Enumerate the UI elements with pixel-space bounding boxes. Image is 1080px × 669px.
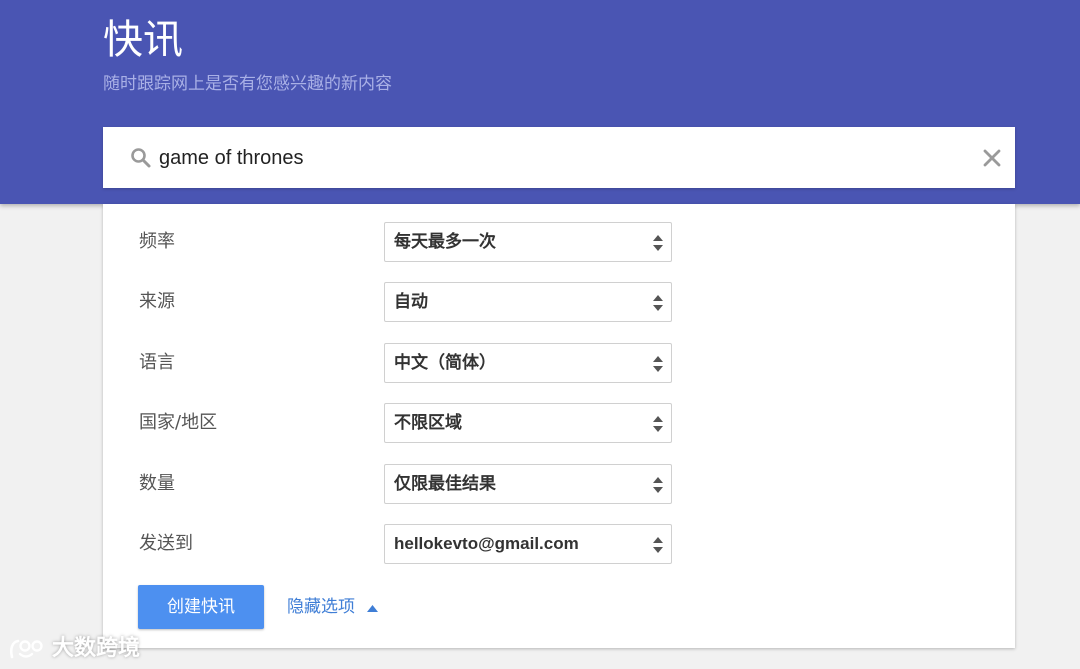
triangle-up-icon [367,585,378,629]
search-box [103,127,1015,188]
quantity-select[interactable]: 仅限最佳结果 [384,464,672,504]
quantity-label: 数量 [139,473,175,494]
select-arrows-icon [653,235,663,251]
search-icon [129,146,153,170]
region-select[interactable]: 不限区域 [384,403,672,443]
select-arrows-icon [653,356,663,372]
frequency-value: 每天最多一次 [394,232,496,251]
hide-options-label: 隐藏选项 [287,597,355,617]
select-arrows-icon [653,537,663,553]
watermark-logo [8,636,52,661]
language-value: 中文（简体） [394,353,496,372]
select-arrows-icon [653,477,663,493]
hide-options-link[interactable]: 隐藏选项 [287,585,378,629]
language-label: 语言 [139,352,175,373]
deliver-to-value: hellokevto@gmail.com [394,534,579,553]
source-label: 来源 [139,291,175,312]
source-select[interactable]: 自动 [384,282,672,322]
deliver-to-label: 发送到 [139,533,193,554]
create-alert-button[interactable]: 创建快讯 [138,585,264,629]
search-input[interactable] [159,141,949,175]
language-select[interactable]: 中文（简体） [384,343,672,383]
frequency-select[interactable]: 每天最多一次 [384,222,672,262]
select-arrows-icon [653,295,663,311]
options-panel: 频率 每天最多一次 来源 自动 语言 中文（简体） 国家/地区 不限区域 数量 … [103,204,1015,648]
watermark-text: 大数跨境 [52,636,141,661]
deliver-to-select[interactable]: hellokevto@gmail.com [384,524,672,564]
source-value: 自动 [394,292,428,311]
region-label: 国家/地区 [139,412,218,433]
select-arrows-icon [653,416,663,432]
frequency-label: 频率 [139,231,175,252]
close-icon[interactable] [981,147,1003,169]
region-value: 不限区域 [394,413,462,432]
page-title: 快讯 [103,17,183,63]
quantity-value: 仅限最佳结果 [394,474,496,493]
watermark: 大数跨境 [8,634,140,664]
page-subtitle: 随时跟踪网上是否有您感兴趣的新内容 [103,74,392,94]
